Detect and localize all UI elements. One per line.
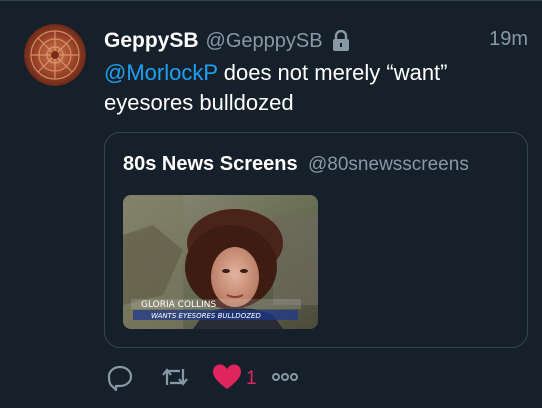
avatar[interactable]: [24, 24, 86, 86]
quoted-author-handle: @80snewsscreens: [308, 154, 469, 175]
caption-text: WANTS EYESORES BULLDOZED: [151, 312, 261, 320]
reply-button[interactable]: [106, 363, 134, 396]
author-handle[interactable]: @GepppySB: [206, 30, 323, 53]
lock-icon: [331, 29, 351, 52]
like-count: 1: [246, 368, 257, 389]
tweet-text: @MorlockP does not merely “want” eyesore…: [104, 58, 524, 118]
mention-link[interactable]: @MorlockP: [104, 60, 218, 85]
retweet-button[interactable]: [160, 363, 190, 396]
quoted-tweet[interactable]: 80s News Screens @80snewsscreens GLORIA …: [104, 132, 528, 348]
tweet[interactable]: GeppySB @GepppySB 19m @MorlockP does not…: [0, 0, 542, 408]
quoted-author-name: 80s News Screens: [123, 153, 298, 175]
tweet-header: GeppySB @GepppySB: [104, 26, 351, 56]
more-button[interactable]: [271, 370, 299, 388]
reply-icon: [106, 363, 134, 396]
quoted-tweet-header: 80s News Screens @80snewsscreens: [123, 153, 469, 176]
quoted-media-image[interactable]: GLORIA COLLINS WANTS EYESORES BULLDOZED: [123, 195, 318, 329]
tweet-actions: 1: [106, 364, 299, 394]
retweet-icon: [160, 363, 190, 396]
caption-name: GLORIA COLLINS: [141, 300, 216, 310]
like-button[interactable]: 1: [212, 363, 257, 396]
tweet-timestamp[interactable]: 19m: [489, 28, 528, 51]
more-icon: [271, 370, 299, 388]
author-name[interactable]: GeppySB: [104, 29, 199, 53]
heart-icon: [212, 363, 242, 396]
